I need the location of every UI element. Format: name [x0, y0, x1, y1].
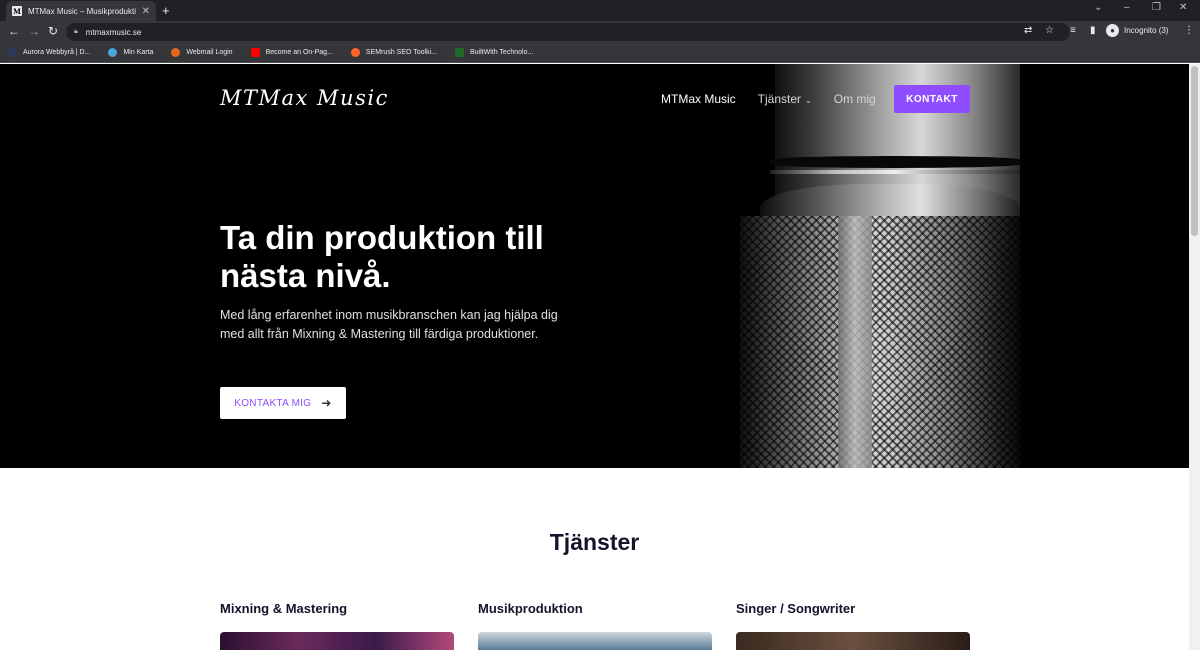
hero-title: Ta din produktion till nästa nivå.: [220, 219, 580, 295]
bookmark-label: Aurora Webbyrå | D...: [23, 49, 91, 56]
incognito-profile-button[interactable]: ● Incognito (3): [1106, 24, 1168, 37]
page-scrollbar[interactable]: [1189, 64, 1200, 650]
chevron-down-icon: ⌄: [805, 96, 812, 105]
bookmark-label: Min Karta: [123, 49, 154, 56]
site-favicon-icon: M: [12, 6, 22, 16]
back-icon[interactable]: ←: [8, 24, 20, 38]
bookmark-favicon-icon: [171, 48, 181, 57]
service-image: [736, 632, 970, 650]
new-tab-icon[interactable]: +: [162, 3, 170, 18]
close-window-icon[interactable]: ✕: [1179, 2, 1187, 13]
bookmark-favicon-icon: [108, 48, 118, 57]
hero-description: Med lång erfarenhet inom musikbranschen …: [220, 308, 558, 341]
hero-section: MTMax Music MTMax Music Tjänster ⌄ Om mig…: [0, 64, 1189, 468]
hero-title-line2: nästa nivå.: [220, 257, 391, 294]
bookmark-item[interactable]: SEMrush SEO Toolki...: [350, 48, 437, 57]
bookmark-label: Webmail Login: [186, 49, 233, 56]
hero-title-line1: Ta din produktion till: [220, 219, 544, 256]
bookmark-item[interactable]: Become an On-Pag...: [250, 48, 333, 57]
service-name: Musikproduktion: [478, 601, 583, 616]
address-bar[interactable]: 🔒︎ mtmaxmusic.se: [66, 23, 1070, 41]
translate-icon[interactable]: ⇄: [1024, 25, 1032, 36]
service-card-songwriter[interactable]: Singer / Songwriter: [736, 601, 970, 650]
contact-button[interactable]: KONTAKT: [894, 85, 970, 113]
browser-toolbar: ← → ↻ 🔒︎ mtmaxmusic.se ⇄ ☆ ≡ ▮ ● Incogni…: [0, 21, 1200, 43]
contact-me-button[interactable]: KONTAKTA MIG ➜: [220, 387, 346, 419]
bookmark-favicon-icon: [8, 48, 17, 57]
service-image: [478, 632, 712, 650]
bookmark-item[interactable]: Webmail Login: [171, 48, 233, 57]
bookmark-star-icon[interactable]: ☆: [1045, 25, 1054, 36]
bookmark-label: BuiltWith Technolo...: [470, 49, 534, 56]
minimize-icon[interactable]: –: [1124, 2, 1130, 13]
tab-title: MTMax Music – Musikproduktion: [27, 6, 136, 16]
bookmark-favicon-icon: [455, 48, 464, 57]
nav-item-services[interactable]: Tjänster ⌄: [758, 92, 812, 106]
service-card-mixing[interactable]: Mixning & Mastering: [220, 601, 454, 650]
incognito-label: Incognito (3): [1124, 26, 1169, 35]
side-panel-icon[interactable]: ▮: [1090, 25, 1096, 36]
incognito-icon: ●: [1106, 24, 1119, 37]
bookmark-item[interactable]: BuiltWith Technolo...: [455, 48, 533, 57]
tab-search-icon[interactable]: ⌄: [1094, 2, 1102, 13]
browser-menu-icon[interactable]: ⋮: [1184, 25, 1194, 36]
service-name: Singer / Songwriter: [736, 601, 856, 616]
web-page: MTMax Music MTMax Music Tjänster ⌄ Om mig…: [0, 64, 1189, 650]
service-name: Mixning & Mastering: [220, 601, 348, 616]
bookmark-item[interactable]: Min Karta: [108, 48, 153, 57]
reading-list-icon[interactable]: ≡: [1070, 25, 1076, 36]
bookmark-favicon-icon: [350, 48, 360, 57]
url-text: mtmaxmusic.se: [85, 27, 142, 37]
restore-icon[interactable]: ❐: [1152, 2, 1161, 13]
services-heading: Tjänster: [549, 529, 640, 555]
nav-item-label: Tjänster: [757, 92, 802, 106]
bookmark-label: SEMrush SEO Toolki...: [365, 49, 437, 56]
reload-icon[interactable]: ↻: [48, 24, 58, 38]
bookmark-label: Become an On-Pag...: [265, 49, 333, 56]
bookmark-item[interactable]: Aurora Webbyrå | D...: [8, 48, 90, 57]
site-header: MTMax Music MTMax Music Tjänster ⌄ Om mig…: [0, 64, 1189, 134]
scrollbar-thumb[interactable]: [1191, 66, 1198, 236]
service-card-production[interactable]: Musikproduktion: [478, 601, 712, 650]
site-logo[interactable]: MTMax Music: [220, 86, 389, 110]
nav-item-home[interactable]: MTMax Music: [661, 92, 736, 106]
forward-icon[interactable]: →: [28, 24, 40, 38]
main-nav: MTMax Music Tjänster ⌄ Om mig: [661, 92, 898, 106]
browser-tab[interactable]: M MTMax Music – Musikproduktion ✕: [6, 1, 156, 21]
lock-icon[interactable]: 🔒︎: [74, 28, 78, 36]
nav-item-about[interactable]: Om mig: [834, 92, 876, 106]
bookmarks-bar: Aurora Webbyrå | D... Min Karta Webmail …: [0, 43, 1200, 63]
browser-tab-strip: M MTMax Music – Musikproduktion ✕ + ⌄ – …: [0, 0, 1200, 21]
arrow-right-icon: ➜: [321, 396, 332, 410]
service-image: [220, 632, 454, 650]
close-tab-icon[interactable]: ✕: [142, 6, 150, 17]
contact-me-label: KONTAKTA MIG: [234, 397, 312, 409]
bookmark-favicon-icon: [250, 48, 260, 57]
